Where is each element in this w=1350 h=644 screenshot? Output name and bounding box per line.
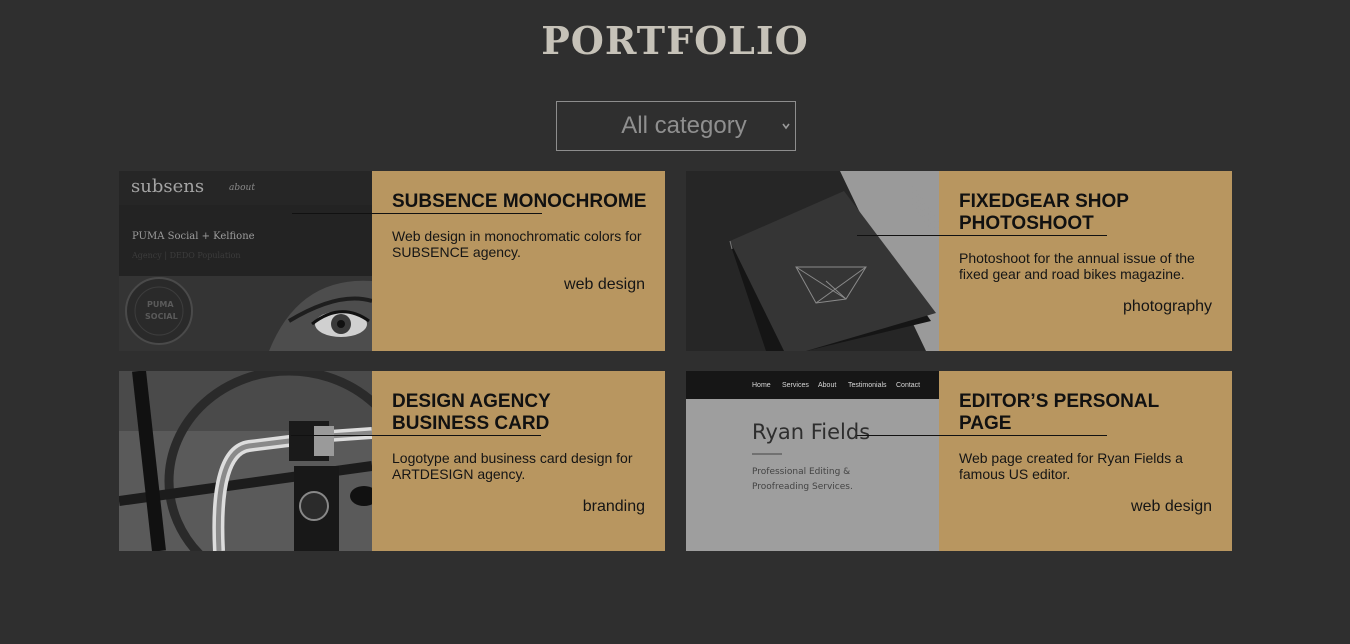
project-thumbnail: Home Services About Testimonials Contact… — [686, 371, 939, 551]
title-underline — [857, 435, 1107, 436]
category-select-value: All category — [621, 112, 747, 139]
project-description: Photoshoot for the annual issue of the f… — [959, 250, 1195, 282]
project-thumbnail — [119, 371, 372, 551]
thumb-nav-home: Home — [752, 382, 771, 389]
thumb-nav-testimonials: Testimonials — [848, 382, 887, 389]
project-category[interactable]: photography — [1123, 298, 1212, 316]
project-category[interactable]: web design — [1131, 498, 1212, 516]
thumb-sub: Agency | DEDO Population — [131, 251, 241, 260]
title-underline — [291, 435, 541, 436]
project-description: Web page created for Ryan Fields a famou… — [959, 450, 1183, 482]
project-title: SUBSENCE MONOCHROME — [392, 191, 647, 212]
project-info: FIXEDGEAR SHOP PHOTOSHOOT Photoshoot for… — [939, 171, 1232, 351]
portfolio-card[interactable]: subsens about PUMA Social + Kelfione Age… — [119, 171, 665, 351]
thumb-badge-top: PUMA — [147, 300, 174, 309]
title-underline — [292, 213, 542, 214]
project-title: FIXEDGEAR SHOP PHOTOSHOOT — [959, 191, 1129, 234]
thumb-badge-bottom: SOCIAL — [145, 312, 178, 321]
project-category[interactable]: web design — [564, 276, 645, 294]
project-title: DESIGN AGENCY BUSINESS CARD — [392, 391, 551, 434]
chevron-down-icon — [782, 123, 790, 130]
thumb-tagline-2: Proofreading Services. — [752, 482, 853, 492]
page-title: PORTFOLIO — [541, 18, 809, 63]
project-thumbnail: subsens about PUMA Social + Kelfione Age… — [119, 171, 372, 351]
project-info: SUBSENCE MONOCHROME Web design in monoch… — [372, 171, 665, 351]
thumb-headline: PUMA Social + Kelfione — [132, 231, 255, 242]
project-category[interactable]: branding — [583, 498, 645, 516]
title-underline — [857, 235, 1107, 236]
thumb-tagline-1: Professional Editing & — [752, 467, 850, 477]
portfolio-card[interactable]: Home Services About Testimonials Contact… — [686, 371, 1232, 551]
portfolio-card[interactable]: FIXEDGEAR SHOP PHOTOSHOOT Photoshoot for… — [686, 171, 1232, 351]
project-info: EDITOR’S PERSONAL PAGE Web page created … — [939, 371, 1232, 551]
thumb-nav-services: Services — [782, 382, 809, 389]
portfolio-card[interactable]: DESIGN AGENCY BUSINESS CARD Logotype and… — [119, 371, 665, 551]
thumb-logo: subsens — [131, 176, 204, 197]
project-description: Web design in monochromatic colors for S… — [392, 228, 642, 260]
thumb-nav-about: About — [818, 382, 836, 389]
category-select[interactable]: All category — [556, 101, 796, 151]
project-title: EDITOR’S PERSONAL PAGE — [959, 391, 1159, 434]
thumb-nav: about — [229, 183, 255, 193]
project-thumbnail — [686, 171, 939, 351]
project-info: DESIGN AGENCY BUSINESS CARD Logotype and… — [372, 371, 665, 551]
thumb-nav-contact: Contact — [896, 382, 920, 389]
project-description: Logotype and business card design for AR… — [392, 450, 633, 482]
thumb-name: Ryan Fields — [752, 420, 870, 444]
